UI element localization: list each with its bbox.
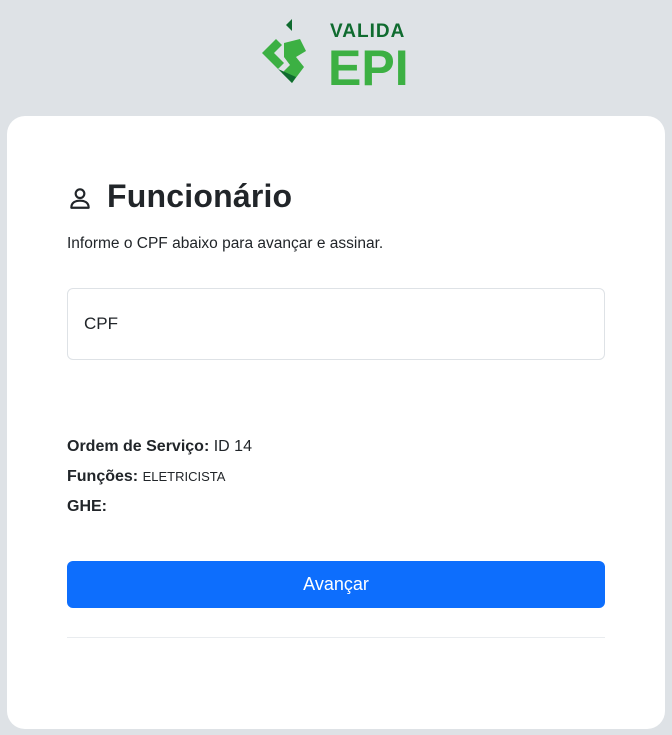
service-order-info: Ordem de Serviço: ID 14 — [67, 438, 252, 456]
logo-text-epi: EPI — [328, 40, 409, 89]
valida-epi-logo: VALIDA EPI — [256, 17, 416, 89]
functions-value: ELETRICISTA — [142, 469, 226, 484]
page-title: Funcionário — [107, 178, 293, 214]
ghe-label: GHE: — [67, 498, 107, 515]
advance-button[interactable]: Avançar — [67, 561, 605, 608]
functions-label: Funções: — [67, 468, 139, 485]
employee-card: Funcionário Informe o CPF abaixo para av… — [7, 116, 665, 729]
service-order-value: ID 14 — [213, 438, 252, 455]
cpf-input[interactable] — [67, 288, 605, 360]
functions-info: Funções: ELETRICISTA — [67, 468, 225, 486]
ghe-info: GHE: — [67, 498, 107, 516]
logo-text-valida: VALIDA — [330, 21, 405, 42]
divider — [67, 637, 605, 638]
service-order-label: Ordem de Serviço: — [67, 438, 210, 455]
card-header: Funcionário — [67, 178, 292, 215]
user-icon — [70, 187, 90, 209]
instruction-text: Informe o CPF abaixo para avançar e assi… — [67, 235, 384, 252]
